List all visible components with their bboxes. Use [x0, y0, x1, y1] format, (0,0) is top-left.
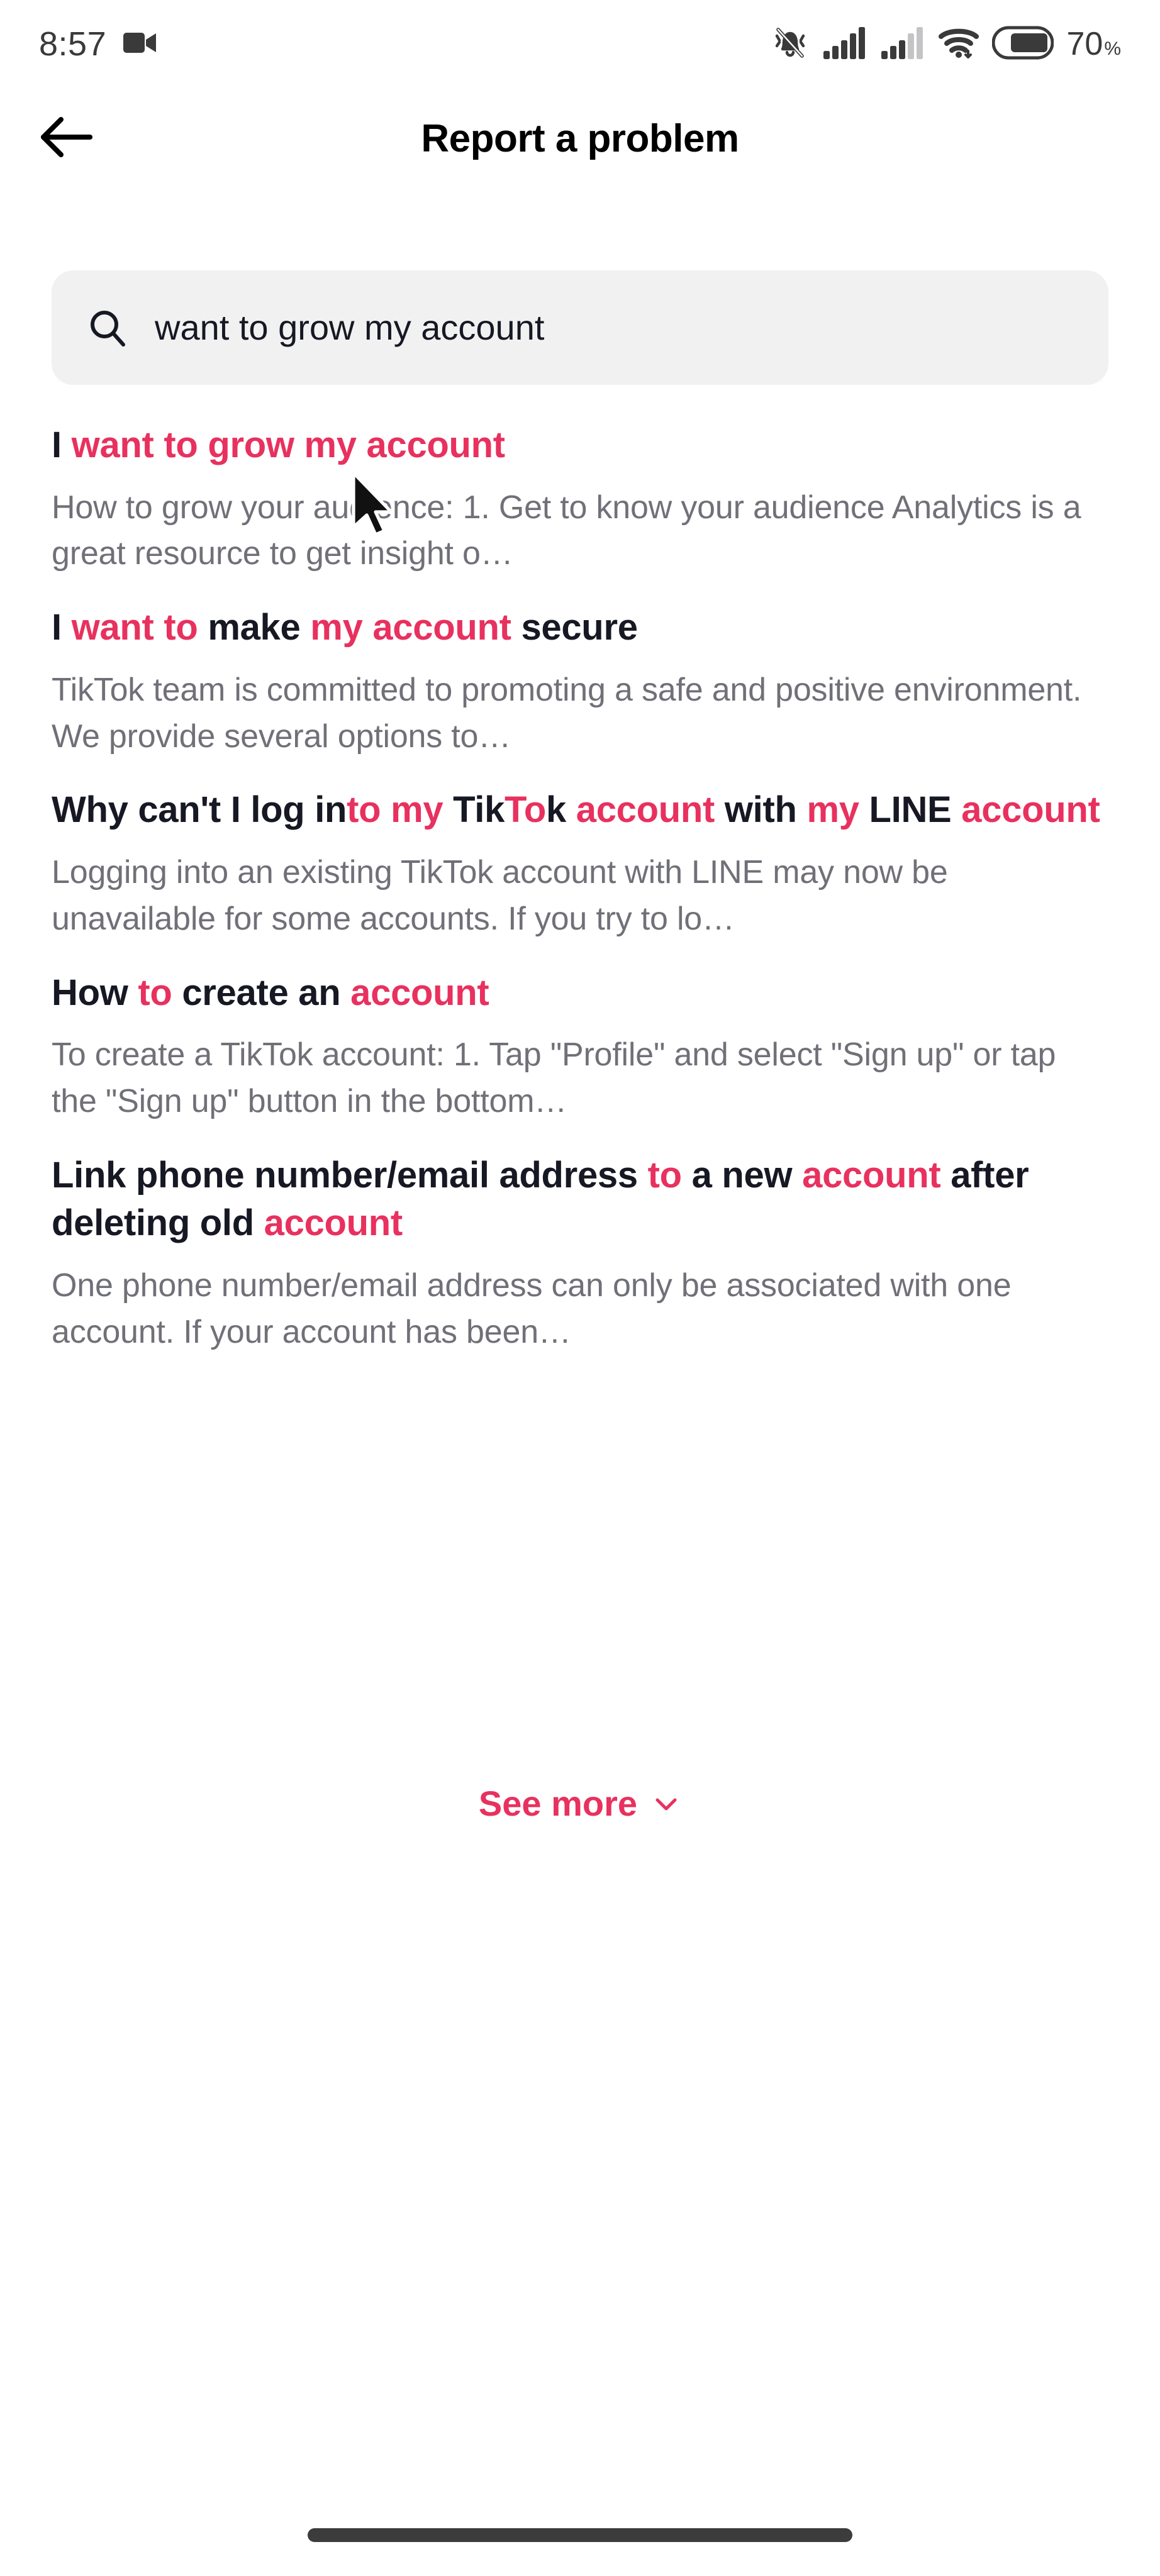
title-plain-fragment: Why can't I log in: [52, 789, 347, 831]
title-highlight-fragment: want to grow my account: [71, 425, 505, 465]
search-result-title: Why can't I log into my TikTok account w…: [52, 786, 1108, 835]
title-highlight-fragment: account: [576, 789, 715, 831]
status-time: 8:57: [39, 25, 107, 63]
title-highlight-fragment: account: [802, 1154, 941, 1196]
title-plain-fragment: make: [198, 607, 311, 648]
search-result-item[interactable]: Why can't I log into my TikTok account w…: [0, 786, 1160, 942]
title-plain-fragment: create an: [172, 972, 351, 1013]
status-bar: 8:57 70 %: [0, 0, 1160, 88]
title-plain-fragment: a new: [681, 1154, 803, 1196]
title-plain-fragment: How: [52, 972, 138, 1013]
search-result-title: How to create an account: [52, 969, 1108, 1018]
title-highlight-fragment: want to: [71, 607, 198, 648]
search-result-title: Link phone number/email address to a new…: [52, 1152, 1108, 1248]
title-plain-fragment: with: [715, 789, 807, 831]
title-plain-fragment: LINE: [859, 789, 962, 831]
wifi-icon: [938, 26, 979, 63]
video-camera-icon: [123, 30, 158, 59]
chevron-down-icon: [651, 1789, 681, 1819]
search-input-value: want to grow my account: [155, 308, 545, 347]
title-plain-fragment: Tik: [443, 789, 505, 831]
battery-icon: [991, 25, 1054, 64]
back-button[interactable]: [31, 104, 101, 173]
title-highlight-fragment: my: [806, 789, 859, 831]
search-result-item[interactable]: I want to grow my account How to grow you…: [0, 421, 1160, 577]
title-highlight-fragment: To: [505, 789, 546, 831]
title-plain-fragment: I: [52, 425, 72, 465]
title-plain-fragment: I: [52, 607, 72, 648]
title-plain-fragment: secure: [511, 607, 638, 648]
search-result-title: I want to grow my account: [52, 421, 1108, 470]
search-result-description: To create a TikTok account: 1. Tap "Prof…: [52, 1036, 1056, 1119]
title-highlight-fragment: account: [264, 1202, 403, 1244]
status-bar-right: 70%: [771, 23, 1121, 65]
search-result-description: TikTok team is committed to promoting a …: [52, 671, 1082, 755]
phone-screen: 8:57 70 % Report a problem want to grow …: [0, 0, 1160, 2576]
battery-percent-label: 70%: [1066, 26, 1121, 62]
home-indicator[interactable]: [308, 2528, 852, 2542]
status-bar-left: 8:57: [39, 27, 158, 61]
search-result-description: One phone number/email address can only …: [52, 1267, 1012, 1350]
title-highlight-fragment: to: [138, 972, 172, 1013]
title-plain-fragment: Link phone number/email address: [52, 1154, 648, 1196]
search-result-description: Logging into an existing TikTok account …: [52, 853, 948, 937]
title-highlight-fragment: to: [647, 1154, 682, 1196]
signal-bars-secondary-icon: [880, 26, 925, 63]
search-result-description: How to grow your audience: 1. Get to kno…: [52, 489, 1081, 572]
see-more-button[interactable]: See more: [0, 1786, 1160, 1821]
search-result-title: I want to make my account secure: [52, 604, 1108, 652]
title-highlight-fragment: to my: [347, 789, 443, 831]
search-results-list: I want to grow my account How to grow you…: [0, 421, 1160, 1370]
title-highlight-fragment: account: [961, 789, 1100, 831]
search-icon: [87, 307, 128, 348]
search-result-item[interactable]: How to create an account To create a TikT…: [0, 969, 1160, 1125]
search-result-item[interactable]: Link phone number/email address to a new…: [0, 1152, 1160, 1356]
page-header: Report a problem: [0, 88, 1160, 189]
search-result-item[interactable]: I want to make my account secure TikTok t…: [0, 604, 1160, 760]
arrow-left-icon: [37, 114, 95, 163]
title-highlight-fragment: my account: [310, 607, 511, 648]
see-more-label: See more: [478, 1784, 638, 1823]
title-plain-fragment: k: [545, 789, 576, 831]
page-title: Report a problem: [421, 116, 739, 160]
title-highlight-fragment: account: [350, 972, 489, 1013]
signal-bars-icon: [822, 26, 867, 63]
search-input[interactable]: want to grow my account: [52, 270, 1108, 385]
bell-muted-icon: [771, 23, 810, 65]
